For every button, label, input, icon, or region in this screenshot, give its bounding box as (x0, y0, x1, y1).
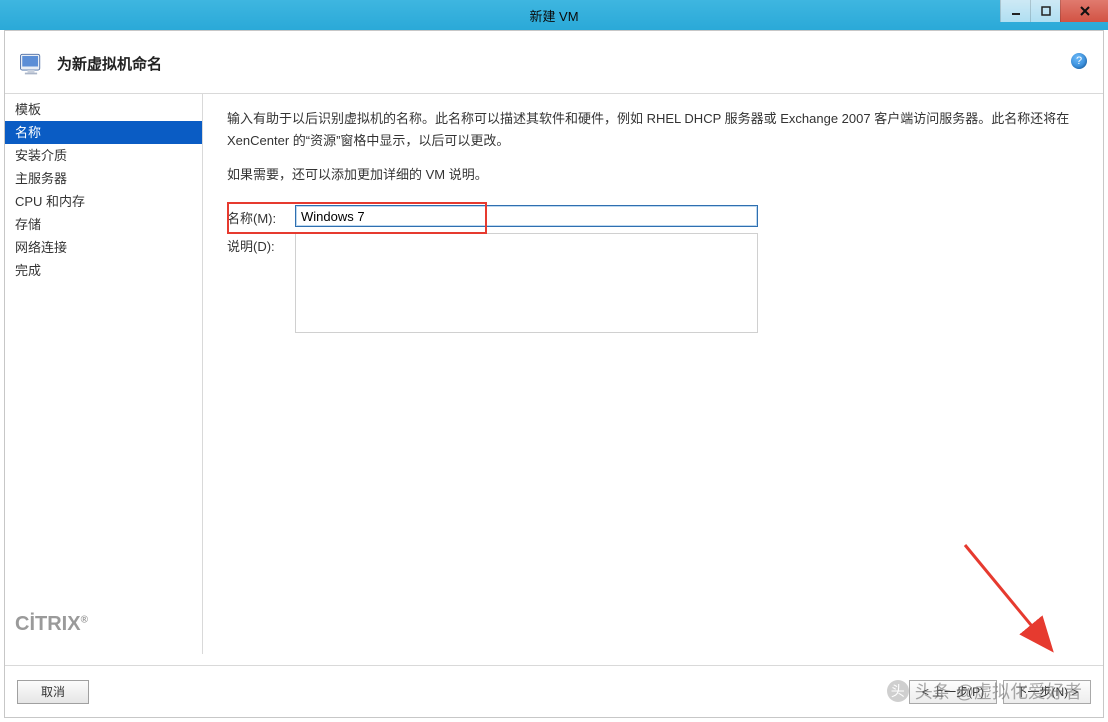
description-row: 说明(D): (227, 233, 1079, 333)
wizard-window: 为新虚拟机命名 ? 模板名称安装介质主服务器CPU 和内存存储网络连接完成 Cİ… (4, 30, 1104, 718)
wizard-footer: 取消 < 上一步(P) 下一步(N) > (5, 665, 1103, 717)
wizard-content: 输入有助于以后识别虚拟机的名称。此名称可以描述其软件和硬件，例如 RHEL DH… (203, 94, 1103, 654)
window-controls (1000, 0, 1108, 22)
sidebar-item-3[interactable]: 主服务器 (5, 167, 202, 190)
wizard-title: 为新虚拟机命名 (57, 53, 162, 74)
sidebar-item-4[interactable]: CPU 和内存 (5, 190, 202, 213)
sidebar-item-2[interactable]: 安装介质 (5, 144, 202, 167)
close-button[interactable] (1060, 0, 1108, 22)
title-bar: 新建 VM (0, 0, 1108, 30)
minimize-button[interactable] (1000, 0, 1030, 22)
vm-name-input[interactable] (295, 205, 758, 227)
wizard-sidebar: 模板名称安装介质主服务器CPU 和内存存储网络连接完成 CİTRIX® (5, 94, 203, 654)
wizard-header: 为新虚拟机命名 ? (5, 31, 1103, 94)
sidebar-item-5[interactable]: 存储 (5, 213, 202, 236)
previous-button[interactable]: < 上一步(P) (909, 680, 997, 704)
description-label: 说明(D): (227, 233, 295, 255)
next-button[interactable]: 下一步(N) > (1003, 680, 1091, 704)
vm-description-input[interactable] (295, 233, 758, 333)
wizard-body: 模板名称安装介质主服务器CPU 和内存存储网络连接完成 CİTRIX® 输入有助… (5, 94, 1103, 654)
name-row: 名称(M): (227, 205, 1079, 227)
name-label: 名称(M): (227, 205, 295, 227)
help-icon[interactable]: ? (1071, 53, 1087, 69)
instruction-text-1: 输入有助于以后识别虚拟机的名称。此名称可以描述其软件和硬件，例如 RHEL DH… (227, 108, 1079, 152)
window-title: 新建 VM (529, 6, 578, 25)
cancel-button[interactable]: 取消 (17, 680, 89, 704)
sidebar-item-6[interactable]: 网络连接 (5, 236, 202, 259)
maximize-button[interactable] (1030, 0, 1060, 22)
sidebar-item-1[interactable]: 名称 (5, 121, 202, 144)
sidebar-item-0[interactable]: 模板 (5, 98, 202, 121)
sidebar-item-7[interactable]: 完成 (5, 259, 202, 282)
instruction-text-2: 如果需要，还可以添加更加详细的 VM 说明。 (227, 164, 1079, 183)
citrix-logo: CİTRIX® (5, 595, 202, 654)
vm-icon (17, 49, 45, 77)
